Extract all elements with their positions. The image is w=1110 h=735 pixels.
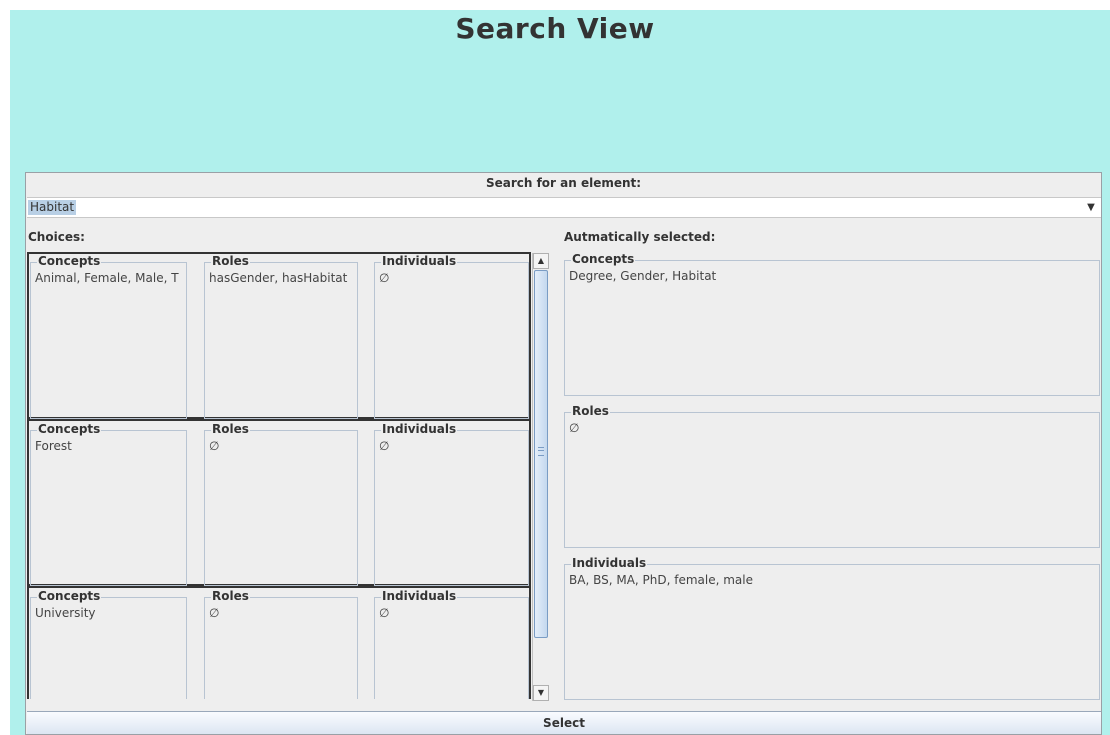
roles-title: Roles	[211, 589, 250, 604]
roles-group: Roles ∅	[204, 422, 358, 586]
choice-row[interactable]: Concepts Animal, Female, Male, T Roles h…	[27, 252, 531, 419]
select-button[interactable]: Select	[27, 711, 1101, 734]
chevron-down-icon[interactable]: ▼	[1081, 198, 1101, 217]
concepts-title: Concepts	[37, 589, 102, 604]
search-combobox[interactable]: Habitat ▼	[27, 197, 1101, 218]
choices-label: Choices:	[28, 230, 85, 244]
concepts-group: Concepts University	[30, 589, 187, 699]
page-title: Search View	[455, 12, 655, 45]
individuals-value: ∅	[379, 271, 390, 285]
individuals-title: Individuals	[381, 422, 458, 437]
concepts-value: Forest	[35, 439, 72, 453]
roles-group: Roles ∅	[204, 589, 358, 699]
search-input-value[interactable]: Habitat	[28, 200, 77, 215]
individuals-group: Individuals ∅	[374, 589, 529, 699]
selected-roles-title: Roles	[571, 404, 610, 419]
arrow-down-icon[interactable]: ▼	[533, 685, 549, 701]
auto-selected-label: Autmatically selected:	[564, 230, 716, 244]
concepts-value: University	[35, 606, 96, 620]
individuals-title: Individuals	[381, 254, 458, 269]
selected-concepts-value: Degree, Gender, Habitat	[569, 269, 717, 283]
concepts-title: Concepts	[37, 422, 102, 437]
roles-value: hasGender, hasHabitat	[209, 271, 348, 285]
individuals-group: Individuals ∅	[374, 422, 529, 586]
concepts-title: Concepts	[37, 254, 102, 269]
individuals-title: Individuals	[381, 589, 458, 604]
grip-icon	[538, 447, 544, 456]
roles-group: Roles hasGender, hasHabitat	[204, 254, 358, 419]
scrollbar-thumb[interactable]	[534, 270, 548, 638]
selected-concepts-group: Concepts Degree, Gender, Habitat	[564, 252, 1100, 396]
concepts-value: Animal, Female, Male, T	[35, 271, 179, 285]
selected-roles-value: ∅	[569, 421, 580, 435]
selected-concepts-title: Concepts	[571, 252, 636, 267]
selected-individuals-title: Individuals	[571, 556, 648, 571]
concepts-group: Concepts Animal, Female, Male, T	[30, 254, 187, 419]
search-label: Search for an element:	[485, 176, 642, 190]
choices-scrollbar[interactable]: ▲ ▼	[532, 253, 549, 701]
roles-title: Roles	[211, 422, 250, 437]
choices-scroll-area[interactable]: Concepts Animal, Female, Male, T Roles h…	[27, 252, 531, 699]
selected-individuals-group: Individuals BA, BS, MA, PhD, female, mal…	[564, 556, 1100, 700]
individuals-group: Individuals ∅	[374, 254, 529, 419]
selected-roles-group: Roles ∅	[564, 404, 1100, 548]
choice-row[interactable]: Concepts Forest Roles ∅ Individuals ∅	[27, 419, 531, 586]
arrow-up-icon[interactable]: ▲	[533, 253, 549, 269]
choice-row[interactable]: Concepts University Roles ∅ Individuals …	[27, 586, 531, 699]
roles-value: ∅	[209, 606, 220, 620]
concepts-group: Concepts Forest	[30, 422, 187, 586]
individuals-value: ∅	[379, 439, 390, 453]
roles-value: ∅	[209, 439, 220, 453]
search-panel: Search for an element: Habitat ▼ Choices…	[25, 172, 1102, 735]
individuals-value: ∅	[379, 606, 390, 620]
roles-title: Roles	[211, 254, 250, 269]
selected-individuals-value: BA, BS, MA, PhD, female, male	[569, 573, 753, 587]
